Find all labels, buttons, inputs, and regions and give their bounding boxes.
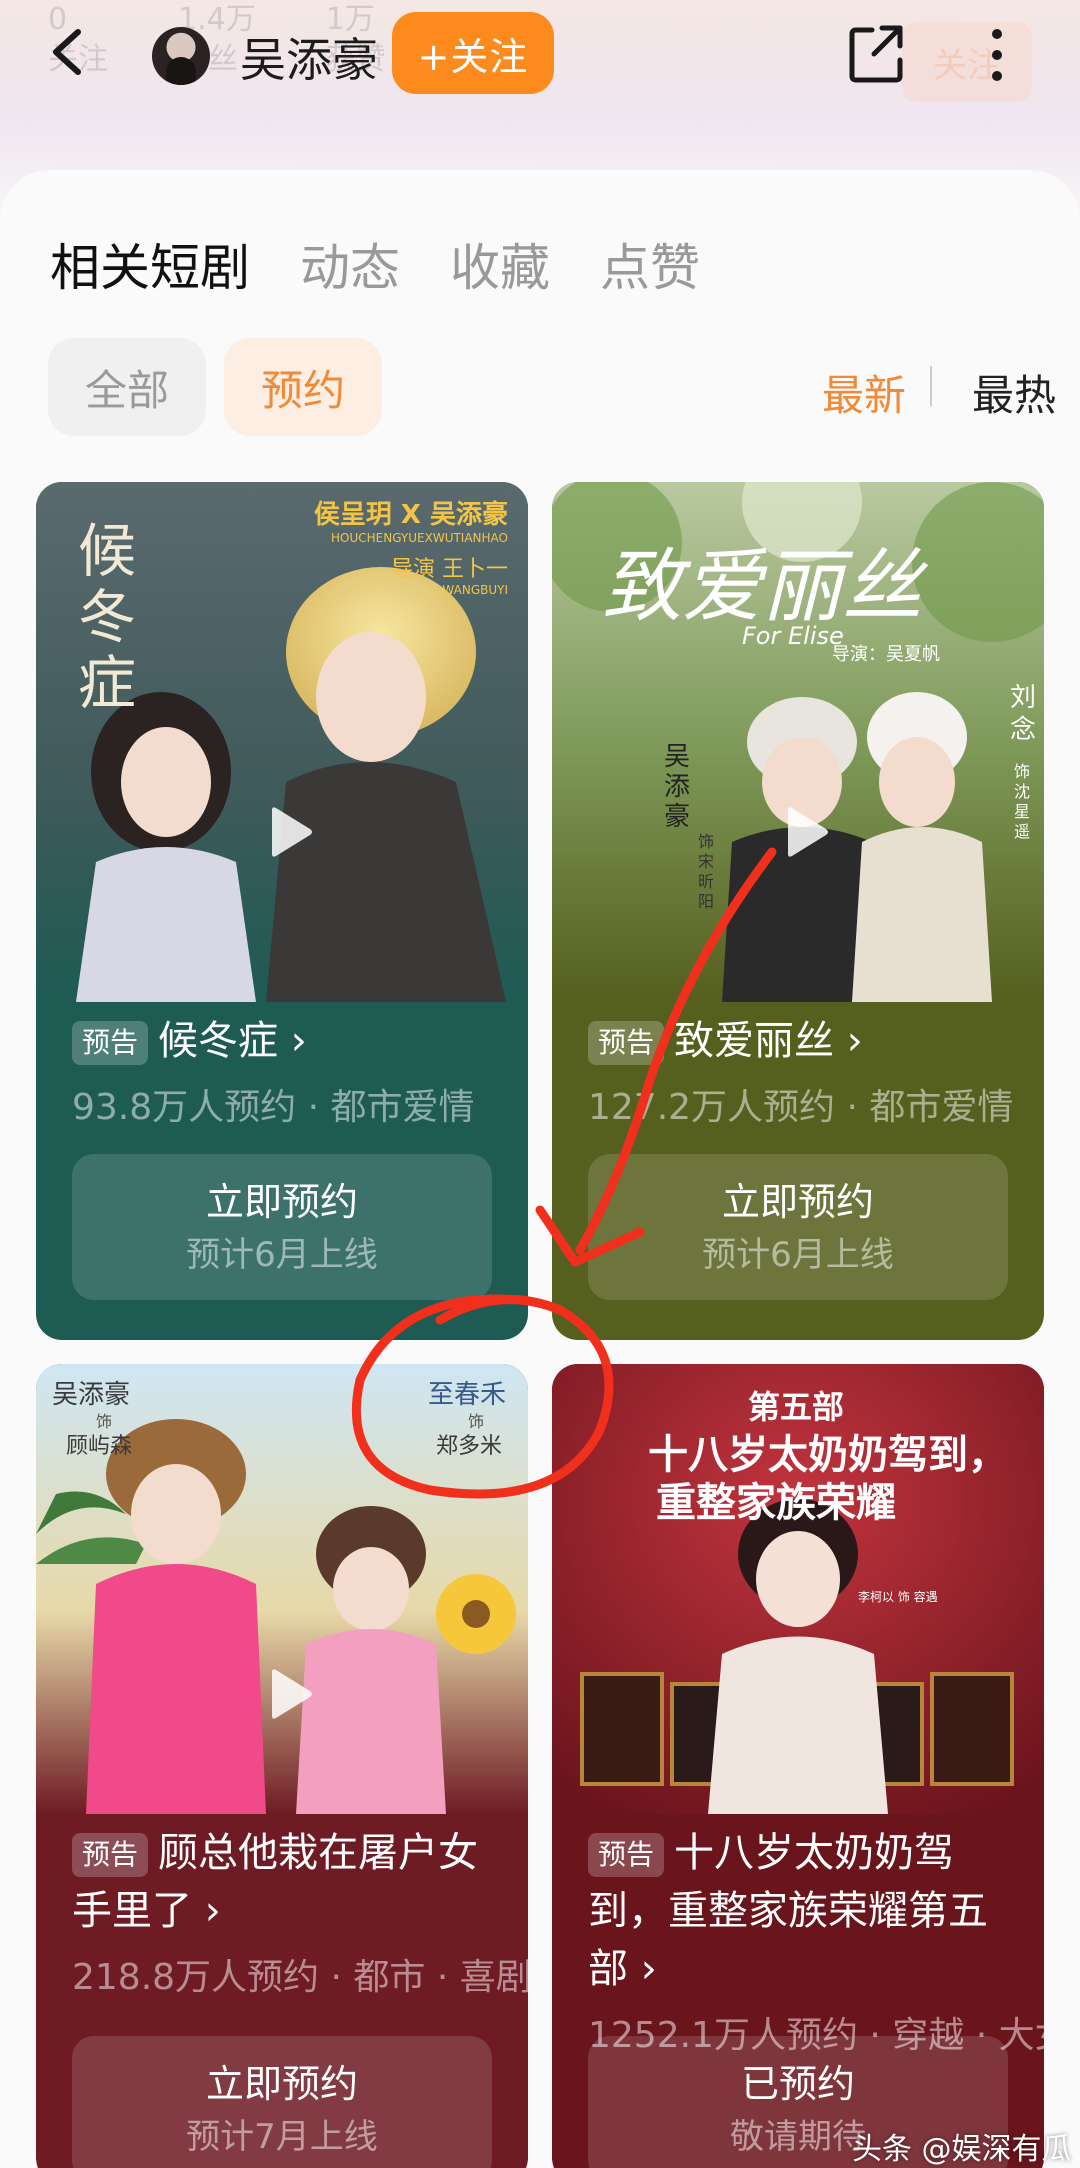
drama-card[interactable]: 吴添豪 饰 顾屿森 至春禾 饰 郑多米 预告 顾总他栽在屠户女手里了 › 218.…: [36, 1364, 528, 2168]
ghost-follow-pill: 关注: [902, 22, 1032, 102]
release-estimate: 预计6月上线: [702, 1235, 894, 1275]
card-info: 预告 十八岁太奶奶驾到，重整家族荣耀第五部 › 1252.1万人预约 · 穿越 ·…: [552, 1824, 1044, 2058]
poster-role-right: 饰 沈星遥: [1014, 762, 1031, 841]
card-info: 预告 顾总他栽在屠户女手里了 › 218.8万人预约 · 都市 · 喜剧: [36, 1824, 528, 2000]
preview-badge: 预告: [588, 1833, 665, 1877]
tab-bar: 相关短剧 动态 收藏 点赞: [50, 228, 700, 300]
reserved-label: 已预约: [740, 2062, 855, 2106]
card-meta: 127.2万人预约 · 都市爱情: [588, 1087, 1014, 1128]
sort-hottest[interactable]: 最热: [972, 362, 1056, 423]
user-name: 吴添豪: [240, 33, 378, 87]
poster-role-left: 饰 宋昕阳: [698, 832, 715, 911]
share-button[interactable]: [846, 20, 906, 86]
poster-title: 致爱丽丝: [602, 540, 922, 633]
poster-title: 候冬症: [78, 517, 137, 717]
reserve-button[interactable]: 立即预约 预计6月上线: [588, 1154, 1008, 1300]
chevron-right-icon: ›: [204, 1888, 221, 1934]
play-icon[interactable]: [258, 1664, 318, 1724]
poster-director: 导演 王卜一: [391, 557, 508, 582]
stay-tuned-label: 敬请期待: [730, 2117, 866, 2157]
watermark: 头条 @娱深有瓜: [852, 2132, 1072, 2167]
tab-related-dramas[interactable]: 相关短剧: [50, 228, 250, 300]
reserve-button[interactable]: 立即预约 预计6月上线: [72, 1154, 492, 1300]
preview-badge: 预告: [72, 1021, 149, 1065]
play-icon[interactable]: [774, 802, 834, 862]
poster-credit-pinyin: HOUCHENGYUEXWUTIANHAO: [331, 531, 508, 545]
card-title-row[interactable]: 预告 致爱丽丝 ›: [588, 1012, 1008, 1070]
preview-badge: 预告: [72, 1833, 149, 1877]
more-vertical-icon: [992, 29, 1002, 81]
follow-button[interactable]: +关注: [392, 12, 554, 94]
chevron-right-icon: ›: [290, 1018, 307, 1064]
play-icon[interactable]: [258, 802, 318, 862]
poster-director: 导演：吴夏帆: [832, 644, 940, 665]
reserve-button[interactable]: 立即预约 预计7月上线: [72, 2036, 492, 2168]
poster-role-right-b: 郑多米: [436, 1434, 503, 1459]
poster-director-pinyin: WANGBUYI: [442, 583, 508, 597]
tab-activity[interactable]: 动态: [300, 228, 400, 300]
tab-likes[interactable]: 点赞: [600, 228, 700, 300]
release-estimate: 预计6月上线: [186, 1235, 378, 1275]
reserve-button-label: 立即预约: [205, 1180, 358, 1224]
sort-newest[interactable]: 最新: [822, 362, 906, 423]
card-info: 预告 致爱丽丝 › 127.2万人预约 · 都市爱情: [552, 1012, 1044, 1130]
preview-badge: 预告: [588, 1021, 665, 1065]
poster-line3: 重整家族荣耀: [656, 1479, 896, 1526]
card-title-row[interactable]: 预告 十八岁太奶奶驾到，重整家族荣耀第五部 ›: [588, 1824, 1008, 1998]
filter-all[interactable]: 全部: [48, 338, 206, 436]
avatar[interactable]: [152, 27, 210, 85]
poster-credit: 侯呈玥 X 吴添豪: [313, 500, 508, 530]
back-arrow-icon: [53, 29, 81, 75]
top-bar: 0关注 1.4万粉丝 1万获赞 吴添豪 +关注 关注: [0, 0, 1080, 120]
card-title: 致爱丽丝: [674, 1018, 835, 1064]
share-icon: [849, 25, 903, 83]
poster-actor-right: 刘念: [1010, 683, 1037, 745]
card-title: 候冬症: [158, 1018, 279, 1064]
card-meta: 218.8万人预约 · 都市 · 喜剧: [72, 1957, 528, 1998]
sort-divider: [930, 366, 932, 406]
poster-credits: 侯呈玥 X 吴添豪 HOUCHENGYUEXWUTIANHAO 导演 王卜一 W…: [314, 494, 508, 597]
back-button[interactable]: [40, 22, 100, 82]
card-title-row[interactable]: 预告 候冬症 ›: [72, 1012, 492, 1070]
poster-subtitle: For Elise: [742, 622, 844, 650]
more-button[interactable]: [982, 20, 1012, 90]
chevron-right-icon: ›: [846, 1018, 863, 1064]
chevron-right-icon: ›: [640, 1946, 657, 1992]
card-meta: 93.8万人预约 · 都市爱情: [72, 1087, 475, 1128]
tab-favorites[interactable]: 收藏: [450, 228, 550, 300]
drama-card[interactable]: 候冬症 侯呈玥 X 吴添豪 HOUCHENGYUEXWUTIANHAO 导演 王…: [36, 482, 528, 1340]
poster-actor-right: 至春禾: [428, 1380, 507, 1410]
poster-actor-left: 吴添豪: [664, 742, 691, 832]
card-info: 预告 候冬症 › 93.8万人预约 · 都市爱情: [36, 1012, 528, 1130]
drama-card[interactable]: 第五部 十八岁太奶奶驾到， 重整家族荣耀 李柯以 饰 容遇 预告 十八岁太奶奶驾到…: [552, 1364, 1044, 2168]
card-title-row[interactable]: 预告 顾总他栽在屠户女手里了 ›: [72, 1824, 492, 1940]
reserve-button-label: 立即预约: [205, 2062, 358, 2106]
poster-role: 李柯以 饰 容遇: [858, 1590, 938, 1604]
release-estimate: 预计7月上线: [186, 2117, 378, 2157]
poster-actor-left: 吴添豪: [52, 1380, 131, 1410]
reserve-button-label: 立即预约: [721, 1180, 874, 1224]
drama-card[interactable]: 致爱丽丝 For Elise 导演：吴夏帆 吴添豪 饰 宋昕阳 刘念 饰 沈星遥…: [552, 482, 1044, 1340]
filter-reserve[interactable]: 预约: [224, 338, 382, 436]
poster-role-left-b: 顾屿森: [66, 1434, 133, 1459]
